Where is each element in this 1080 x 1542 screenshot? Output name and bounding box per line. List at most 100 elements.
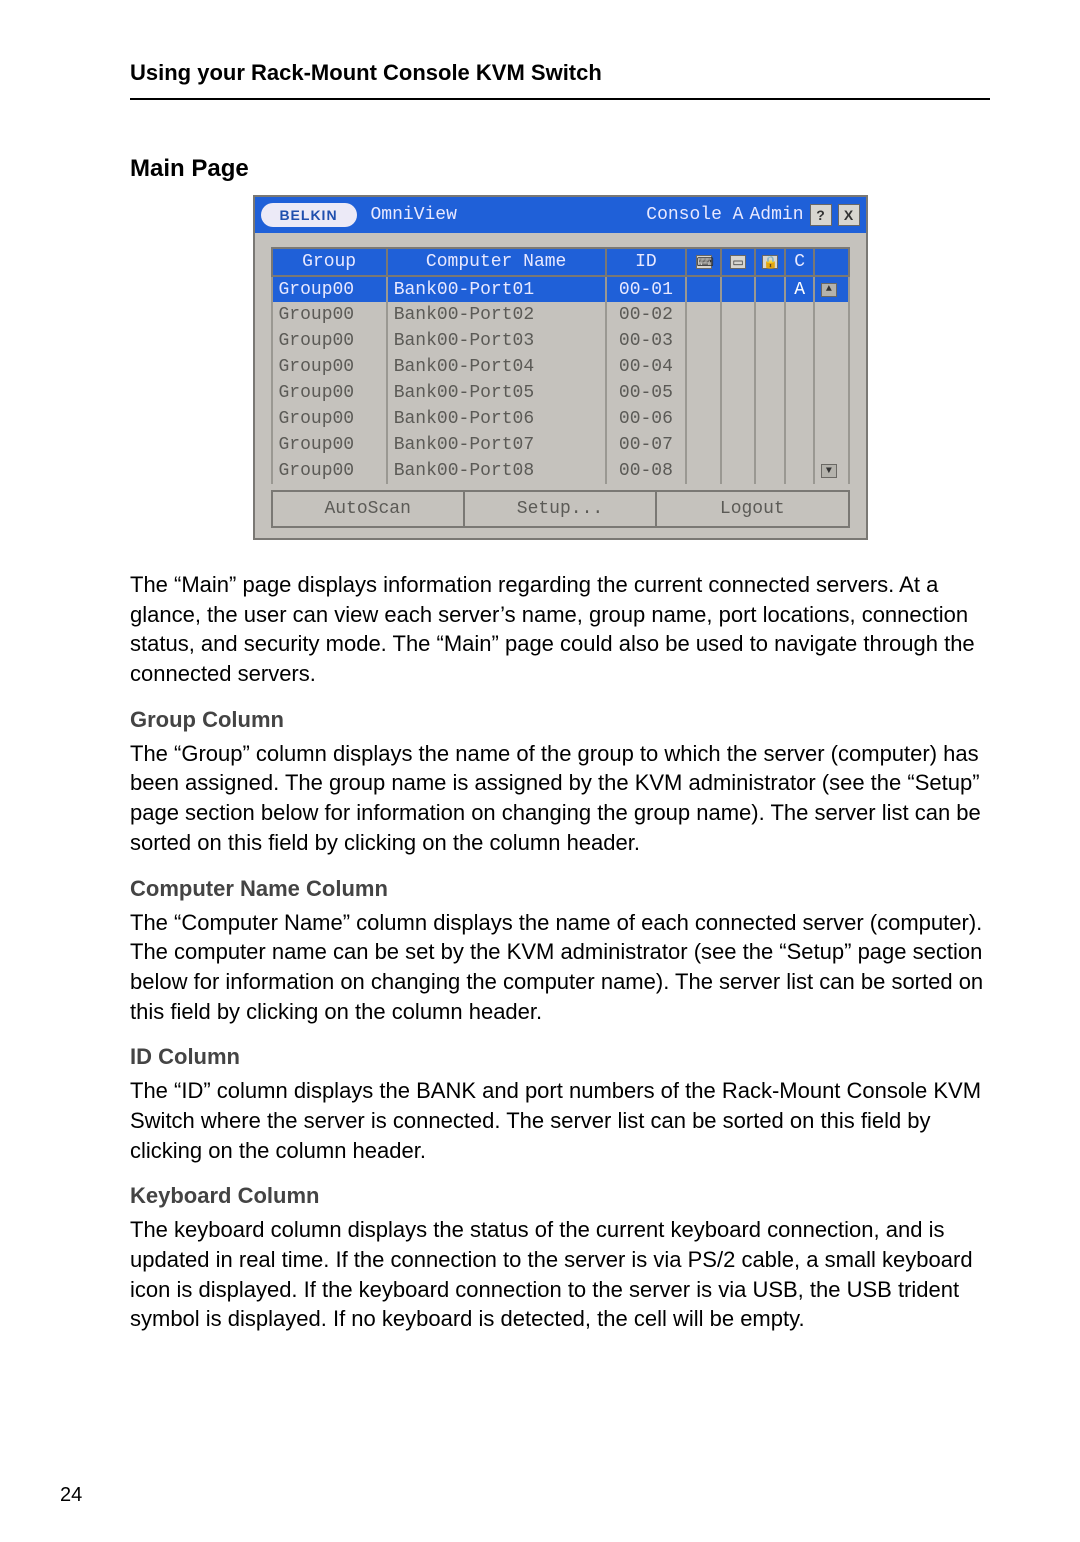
table-cell [755,406,785,432]
main-page-body: The “Main” page displays information reg… [130,570,990,689]
table-cell [721,380,756,406]
keyboard-column-body: The keyboard column displays the status … [130,1215,990,1334]
table-row[interactable]: Group00Bank00-Port0700-07 [272,432,849,458]
table-cell [721,328,756,354]
table-cell: 00-02 [606,302,687,328]
id-column-body: The “ID” column displays the BANK and po… [130,1076,990,1165]
setup-button[interactable]: Setup... [465,492,657,526]
table-row[interactable]: Group00Bank00-Port0400-04 [272,354,849,380]
server-table: Group Computer Name ID ⌨ ▭ 🔒 C Group00Ba… [271,247,850,484]
table-cell: 00-04 [606,354,687,380]
table-row[interactable]: Group00Bank00-Port0800-08▼ [272,458,849,484]
group-column-body: The “Group” column displays the name of … [130,739,990,858]
table-cell [721,302,756,328]
table-cell: Bank00-Port08 [387,458,606,484]
group-column-title: Group Column [130,707,990,733]
table-cell: Bank00-Port01 [387,276,606,302]
table-cell [686,302,721,328]
col-id[interactable]: ID [606,248,687,276]
scroll-cell [814,380,849,406]
table-cell [686,458,721,484]
scroll-cell: ▼ [814,458,849,484]
user-label: Admin [749,205,803,225]
osd-button-bar: AutoScan Setup... Logout [271,490,850,528]
table-cell [755,302,785,328]
table-cell [755,276,785,302]
table-row[interactable]: Group00Bank00-Port0600-06 [272,406,849,432]
lock-icon[interactable]: 🔒 [755,248,785,276]
table-cell [785,406,814,432]
scroll-cell [814,406,849,432]
table-cell: Group00 [272,328,387,354]
table-cell [721,432,756,458]
table-cell: Bank00-Port05 [387,380,606,406]
table-cell [686,406,721,432]
table-cell: Group00 [272,432,387,458]
table-cell: Bank00-Port02 [387,302,606,328]
scroll-cell [814,354,849,380]
table-cell: A [785,276,814,302]
col-group[interactable]: Group [272,248,387,276]
keyboard-column-title: Keyboard Column [130,1183,990,1209]
section-heading: Using your Rack-Mount Console KVM Switch [130,60,990,100]
console-label: Console A [646,205,743,225]
keyboard-icon[interactable]: ⌨ [686,248,721,276]
table-cell [721,458,756,484]
table-cell [721,276,756,302]
table-cell: Bank00-Port04 [387,354,606,380]
id-column-title: ID Column [130,1044,990,1070]
page-number: 24 [60,1484,82,1507]
manual-page: Using your Rack-Mount Console KVM Switch… [0,0,1080,1542]
table-cell: 00-03 [606,328,687,354]
table-cell: Group00 [272,354,387,380]
logout-button[interactable]: Logout [657,492,847,526]
table-cell [785,328,814,354]
table-cell: 00-08 [606,458,687,484]
table-cell [686,432,721,458]
table-cell [785,432,814,458]
table-cell [785,458,814,484]
main-page-title: Main Page [130,155,990,183]
table-row[interactable]: Group00Bank00-Port0100-01A▲ [272,276,849,302]
help-icon[interactable]: ? [810,204,832,226]
osd-screenshot: BELKIN OmniView Console A Admin ? X Grou… [130,195,990,540]
table-cell: Group00 [272,302,387,328]
table-cell [686,276,721,302]
table-cell [686,328,721,354]
mouse-icon[interactable]: ▭ [721,248,756,276]
table-cell [686,380,721,406]
table-cell [755,380,785,406]
scroll-cell [814,302,849,328]
table-cell [755,328,785,354]
table-cell: Bank00-Port07 [387,432,606,458]
scroll-cell [814,432,849,458]
scroll-cell: ▲ [814,276,849,302]
table-cell: Bank00-Port06 [387,406,606,432]
table-row[interactable]: Group00Bank00-Port0300-03 [272,328,849,354]
table-cell: 00-06 [606,406,687,432]
scroll-up-icon[interactable]: ▲ [821,283,837,297]
table-cell [785,302,814,328]
table-cell: Group00 [272,380,387,406]
autoscan-button[interactable]: AutoScan [273,492,465,526]
col-security[interactable]: C [785,248,814,276]
scroll-down-icon[interactable]: ▼ [821,464,837,478]
table-cell [785,380,814,406]
close-icon[interactable]: X [838,204,860,226]
table-cell [785,354,814,380]
scroll-cell [814,328,849,354]
table-cell [721,354,756,380]
table-cell [755,458,785,484]
col-computer-name[interactable]: Computer Name [387,248,606,276]
table-row[interactable]: Group00Bank00-Port0200-02 [272,302,849,328]
table-cell [755,354,785,380]
table-cell: Group00 [272,406,387,432]
table-cell: 00-01 [606,276,687,302]
col-scroll [814,248,849,276]
table-row[interactable]: Group00Bank00-Port0500-05 [272,380,849,406]
table-cell: 00-07 [606,432,687,458]
table-cell [686,354,721,380]
computer-name-column-body: The “Computer Name” column displays the … [130,908,990,1027]
table-cell [755,432,785,458]
brand-logo: BELKIN [261,203,357,227]
